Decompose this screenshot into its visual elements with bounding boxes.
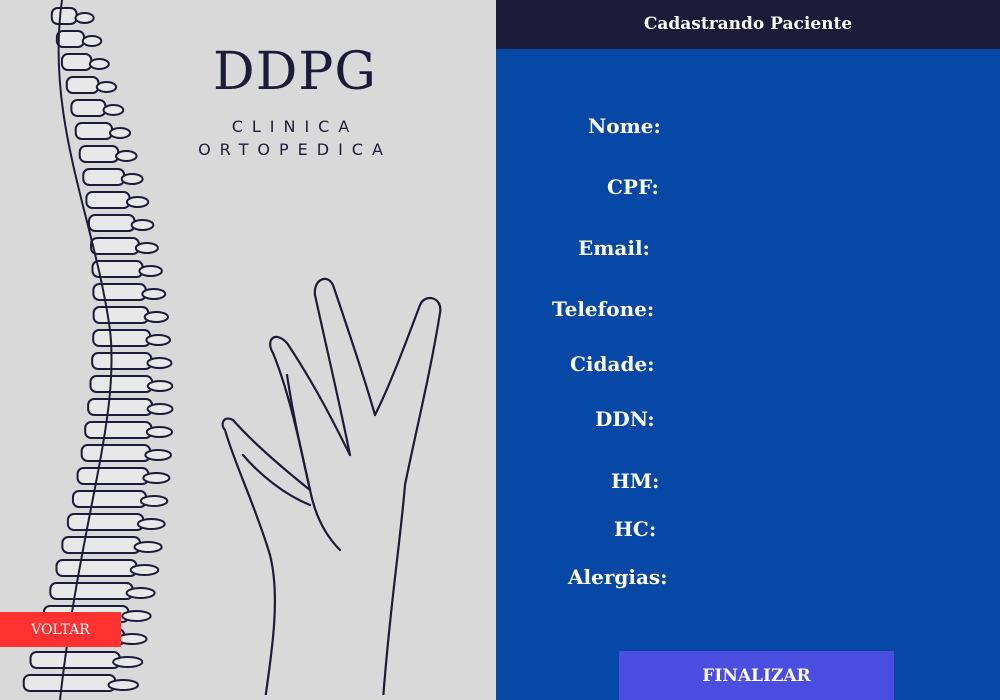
label-telefone: Telefone: <box>552 297 655 321</box>
label-alergias: Alergias: <box>568 565 668 589</box>
label-nome: Nome: <box>588 114 661 138</box>
brand-subtitle-line1: CLINICA <box>231 117 359 136</box>
left-panel: DDPG CLINICA ORTOPEDICA VOLTAR <box>0 0 496 700</box>
hand-illustration <box>221 277 442 695</box>
form-title: Cadastrando Paciente <box>643 14 853 34</box>
back-button[interactable]: VOLTAR <box>0 612 121 647</box>
label-ddn: DDN: <box>595 407 655 431</box>
brand-title: DDPG <box>213 42 377 102</box>
label-cidade: Cidade: <box>570 352 655 376</box>
form-header: Cadastrando Paciente <box>496 0 1000 49</box>
label-email: Email: <box>578 236 650 260</box>
label-hm: HM: <box>611 469 660 493</box>
clinic-brand: DDPG CLINICA ORTOPEDICA <box>160 42 430 161</box>
label-hc: HC: <box>614 517 657 541</box>
label-cpf: CPF: <box>607 175 659 199</box>
patient-form-panel: Cadastrando Paciente Nome: CPF: Email: T… <box>496 0 1000 700</box>
brand-subtitle-line2: ORTOPEDICA <box>198 140 392 159</box>
finalize-button[interactable]: FINALIZAR <box>619 651 894 700</box>
